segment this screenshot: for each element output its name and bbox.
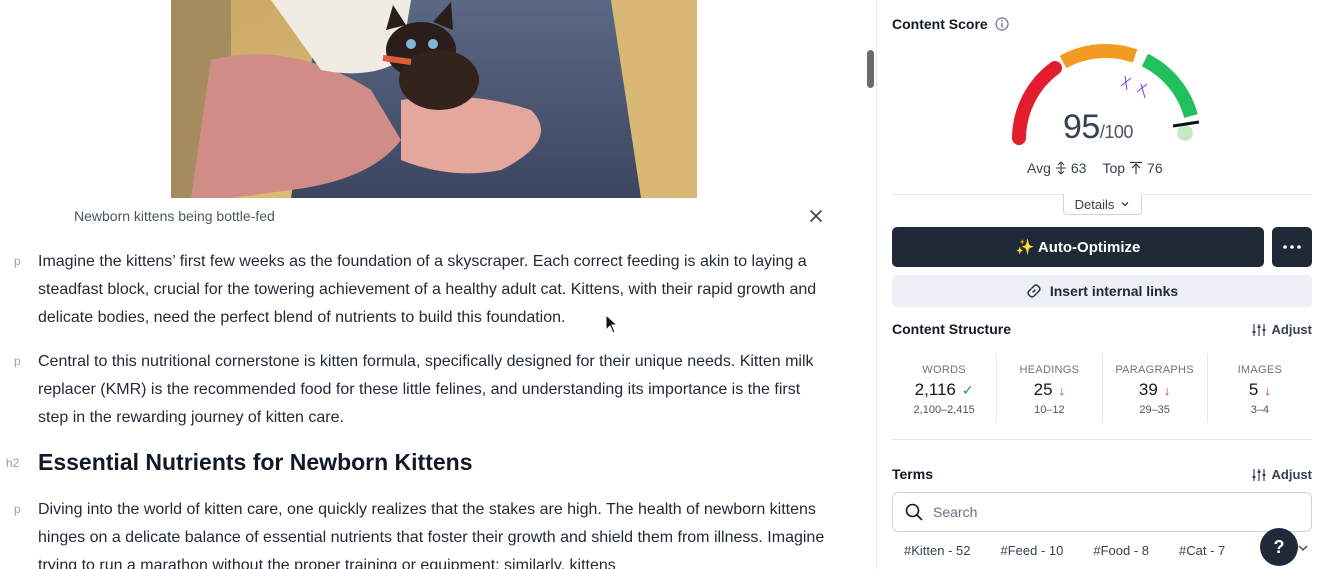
details-toggle-button[interactable]: Details bbox=[1063, 194, 1142, 215]
section-heading[interactable]: Essential Nutrients for Newborn Kittens bbox=[38, 446, 473, 478]
block-type-label: p bbox=[14, 354, 21, 368]
metric-value: 5 ↓ bbox=[1208, 380, 1312, 400]
terms-title: Terms bbox=[892, 466, 933, 482]
check-icon: ✓ bbox=[961, 381, 974, 398]
top-label: Top bbox=[1102, 160, 1126, 176]
details-label: Details bbox=[1074, 196, 1115, 212]
metric-number: 5 bbox=[1248, 380, 1259, 399]
image-caption-row: Newborn kittens being bottle-fed bbox=[74, 206, 824, 228]
close-icon[interactable] bbox=[808, 208, 824, 224]
paragraph-text[interactable]: Imagine the kittens’ first few weeks as … bbox=[38, 248, 828, 332]
editor-scrollbar[interactable] bbox=[867, 50, 874, 88]
metric-label: WORDS bbox=[922, 364, 966, 376]
sliders-icon bbox=[1252, 468, 1266, 481]
adjust-label: Adjust bbox=[1271, 322, 1312, 337]
metric-number: 39 bbox=[1138, 380, 1158, 399]
metric-label: PARAGRAPHS bbox=[1115, 364, 1194, 376]
score-benchmarks: Avg 63 Top 76 bbox=[1027, 160, 1163, 176]
insert-internal-links-button[interactable]: Insert internal links bbox=[892, 275, 1312, 307]
chevron-down-icon[interactable] bbox=[1297, 542, 1309, 554]
term-chip[interactable]: #Cat - 7 bbox=[1179, 543, 1225, 558]
help-icon: ? bbox=[1273, 536, 1285, 557]
content-structure-title: Content Structure bbox=[892, 321, 1011, 337]
term-chips: #Kitten - 52 #Feed - 10 #Food - 8 #Cat -… bbox=[904, 543, 1225, 558]
avg-value: 63 bbox=[1070, 160, 1087, 176]
arrow-down-icon: ↓ bbox=[1058, 382, 1066, 398]
auto-optimize-button[interactable]: ✨ Auto-Optimize bbox=[892, 227, 1264, 267]
arrow-up-to-line-icon bbox=[1130, 161, 1143, 174]
mouse-cursor-icon bbox=[605, 314, 619, 334]
more-dots-icon bbox=[1283, 245, 1301, 249]
avg-label: Avg bbox=[1027, 160, 1051, 176]
paragraph-text[interactable]: Central to this nutritional cornerstone … bbox=[38, 348, 828, 432]
metric-value: 2,116 ✓ bbox=[892, 380, 996, 400]
metric-label: HEADINGS bbox=[1019, 364, 1080, 376]
block-type-label: p bbox=[14, 254, 21, 268]
terms-search-input[interactable] bbox=[933, 504, 1293, 520]
metric-value: 25 ↓ bbox=[997, 380, 1101, 400]
help-button[interactable]: ? bbox=[1260, 528, 1298, 566]
sliders-icon bbox=[1252, 323, 1266, 336]
kitten-bottle-feeding-image[interactable] bbox=[171, 0, 697, 198]
structure-metrics: WORDS 2,116 ✓ 2,100–2,415 HEADINGS 25 ↓ 10… bbox=[892, 354, 1312, 422]
metric-paragraphs: PARAGRAPHS 39 ↓ 29–35 bbox=[1103, 354, 1208, 422]
metric-value: 39 ↓ bbox=[1103, 380, 1207, 400]
divider bbox=[892, 439, 1312, 440]
more-options-button[interactable] bbox=[1272, 227, 1312, 267]
metric-images: IMAGES 5 ↓ 3–4 bbox=[1208, 354, 1312, 422]
info-icon[interactable] bbox=[995, 17, 1009, 31]
average-icon bbox=[1055, 161, 1066, 175]
optimizer-sidebar: Content Score 95/100 Avg 63 Top 76 Detai… bbox=[877, 0, 1332, 569]
terms-search bbox=[892, 492, 1312, 532]
avg-score: Avg 63 bbox=[1027, 160, 1086, 176]
auto-optimize-label: ✨ Auto-Optimize bbox=[1015, 239, 1141, 256]
paragraph-text[interactable]: Diving into the world of kitten care, on… bbox=[38, 496, 828, 569]
arrow-down-icon: ↓ bbox=[1264, 382, 1271, 398]
search-icon bbox=[905, 503, 923, 521]
metric-number: 2,116 bbox=[914, 380, 956, 399]
metric-words: WORDS 2,116 ✓ 2,100–2,415 bbox=[892, 354, 998, 422]
arrow-down-icon: ↓ bbox=[1163, 382, 1171, 398]
editor-pane: Newborn kittens being bottle-fed p Imagi… bbox=[0, 0, 876, 569]
term-chip[interactable]: #Feed - 10 bbox=[1001, 543, 1064, 558]
metric-range: 3–4 bbox=[1250, 404, 1270, 416]
top-score: Top 76 bbox=[1102, 160, 1162, 176]
score-max: /100 bbox=[1099, 122, 1134, 142]
score-number: 95 bbox=[1063, 108, 1100, 146]
link-icon bbox=[1027, 284, 1041, 298]
term-chip[interactable]: #Kitten - 52 bbox=[904, 543, 971, 558]
term-chip[interactable]: #Food - 8 bbox=[1093, 543, 1149, 558]
metric-range: 10–12 bbox=[1034, 404, 1065, 416]
terms-adjust-button[interactable]: Adjust bbox=[1252, 467, 1312, 482]
content-score-value: 95/100 bbox=[1063, 108, 1133, 147]
block-type-label: h2 bbox=[6, 456, 20, 470]
structure-adjust-button[interactable]: Adjust bbox=[1252, 322, 1312, 337]
metric-range: 2,100–2,415 bbox=[913, 404, 975, 416]
insert-links-label: Insert internal links bbox=[1049, 283, 1179, 299]
metric-range: 29–35 bbox=[1139, 404, 1170, 416]
chevron-down-icon bbox=[1121, 202, 1129, 207]
top-value: 76 bbox=[1147, 160, 1163, 176]
image-caption[interactable]: Newborn kittens being bottle-fed bbox=[74, 208, 275, 224]
block-type-label: p bbox=[14, 502, 21, 516]
content-score-title: Content Score bbox=[892, 16, 988, 32]
metric-number: 25 bbox=[1033, 380, 1053, 399]
metric-headings: HEADINGS 25 ↓ 10–12 bbox=[997, 354, 1103, 422]
adjust-label: Adjust bbox=[1271, 467, 1312, 482]
metric-label: IMAGES bbox=[1237, 364, 1283, 376]
